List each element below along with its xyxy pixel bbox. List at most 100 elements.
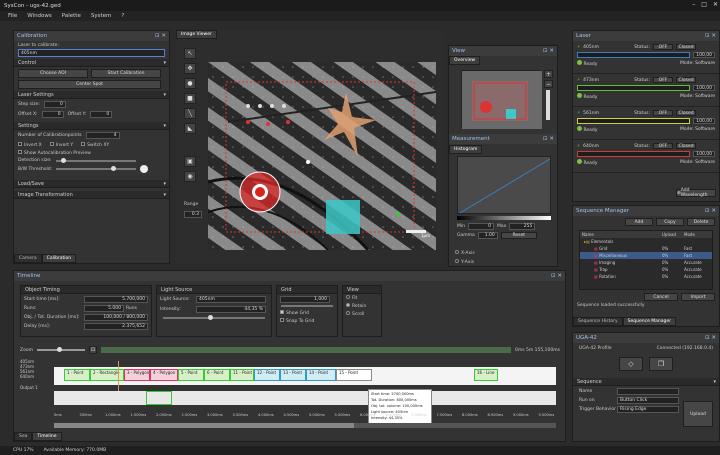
zoom-slider[interactable] bbox=[546, 90, 550, 120]
timeline-segment[interactable]: 15 - Point bbox=[336, 369, 372, 381]
range-input[interactable]: 0.3 bbox=[184, 211, 202, 218]
close-icon[interactable]: ✕ bbox=[713, 1, 718, 8]
sequence-row[interactable]: ▦ Miscellaneous 0% Fast bbox=[580, 252, 712, 259]
show-grid-checkbox[interactable]: Show Grid bbox=[277, 309, 337, 317]
horizontal-scrollbar[interactable] bbox=[54, 423, 556, 428]
intensity-input[interactable]: 44,35 % bbox=[196, 306, 266, 313]
view-scroll-radio[interactable]: Scroll bbox=[343, 310, 381, 318]
calibration-points-input[interactable]: 4 bbox=[85, 132, 120, 139]
choose-aoi-button[interactable]: Choose AOI bbox=[18, 69, 88, 78]
obj-duration-input[interactable]: 100,000 / 800,000 bbox=[84, 314, 148, 321]
timeline-segment[interactable]: 13 - Point bbox=[280, 369, 306, 381]
start-time-input[interactable]: 5.700,000 bbox=[84, 296, 148, 303]
laser-off-button[interactable]: OFF bbox=[653, 77, 674, 83]
sequence-row[interactable]: ▦ Rotation 0% Accurate bbox=[580, 273, 712, 280]
import-button[interactable]: Import bbox=[681, 293, 715, 301]
menu-file[interactable]: File bbox=[8, 13, 17, 19]
zoom-fit-icon[interactable]: ⊡ bbox=[88, 346, 97, 354]
max-input[interactable]: 255 bbox=[509, 223, 536, 230]
sequence-row[interactable]: ▸▤ Elementals bbox=[580, 238, 712, 245]
center-spot-button[interactable]: Center Spot bbox=[18, 80, 161, 89]
laser-power-input[interactable]: 100,00 bbox=[693, 151, 715, 157]
uga-name-input[interactable] bbox=[617, 388, 679, 395]
laser-off-button[interactable]: OFF bbox=[653, 143, 674, 149]
laser-off-button[interactable]: OFF bbox=[653, 110, 674, 116]
timeline-segment[interactable]: 11 - Point bbox=[230, 369, 254, 381]
maximize-icon[interactable]: □ bbox=[701, 1, 707, 8]
rectangle-tool-icon[interactable]: ■ bbox=[184, 93, 196, 104]
laser-closed-button[interactable]: Closed bbox=[676, 143, 697, 149]
snap-to-grid-checkbox[interactable]: Snap To Grid bbox=[277, 317, 337, 325]
runs-input[interactable]: 5.000 bbox=[84, 305, 124, 312]
pin-icon[interactable]: ⊡ ✕ bbox=[543, 136, 554, 142]
zoom-out-icon[interactable]: − bbox=[544, 80, 553, 88]
pin-icon[interactable]: ⊡ ✕ bbox=[705, 335, 716, 341]
pin-icon[interactable]: ⊡ ✕ bbox=[551, 273, 562, 279]
slider-handle[interactable] bbox=[111, 166, 117, 171]
uga-trigger-select[interactable]: Rising Edge bbox=[617, 406, 679, 413]
zoom-in-icon[interactable]: + bbox=[544, 70, 553, 78]
tab-sequence-history[interactable]: Sequence History bbox=[573, 317, 623, 326]
laser-power-input[interactable]: 100,00 bbox=[693, 52, 715, 58]
microscope-image[interactable]: 1µm bbox=[208, 62, 436, 250]
tab-camera[interactable]: Camera bbox=[14, 254, 42, 263]
menu-windows[interactable]: Windows bbox=[27, 13, 52, 19]
polygon-tool-icon[interactable]: ◣ bbox=[184, 123, 196, 134]
menu-system[interactable]: System bbox=[91, 13, 112, 19]
tab-timeline[interactable]: Timeline bbox=[32, 432, 62, 441]
add-sequence-button[interactable]: Add bbox=[625, 218, 653, 226]
uga-run-button[interactable]: ◇ bbox=[619, 357, 643, 371]
laser-closed-button[interactable]: Closed bbox=[676, 44, 697, 50]
grid-input[interactable]: 1,000 bbox=[280, 296, 330, 303]
pin-icon[interactable]: ⊡ ✕ bbox=[705, 208, 716, 214]
slider-handle[interactable] bbox=[60, 157, 66, 163]
laser-settings-section[interactable]: Laser Settings ▾ bbox=[14, 91, 169, 99]
uga-run-on-select[interactable]: Button Click bbox=[617, 397, 679, 404]
sequence-row[interactable]: ▦ Grid 0% Fast bbox=[580, 245, 712, 252]
sequence-row[interactable]: ▦ Trap 0% Accurate bbox=[580, 266, 712, 273]
uga-sequence-section[interactable]: Sequence ▾ bbox=[573, 378, 719, 386]
laser-select[interactable]: 405nm bbox=[18, 49, 165, 57]
pin-icon[interactable]: ⊡ ✕ bbox=[543, 48, 554, 54]
laser-power-input[interactable]: 100,00 bbox=[693, 118, 715, 124]
x-axis-radio[interactable]: X-Axis bbox=[455, 250, 475, 256]
invert-y-checkbox[interactable]: Invert Y bbox=[49, 142, 73, 148]
upload-button[interactable]: Upload bbox=[683, 401, 713, 427]
minimize-icon[interactable]: – bbox=[692, 1, 695, 8]
tab-sequence-manager[interactable]: Sequence Manager bbox=[622, 317, 676, 326]
menu-help[interactable]: ? bbox=[121, 13, 124, 19]
uga-copy-button[interactable]: ❐ bbox=[649, 357, 673, 371]
laser-toggle-icon[interactable]: ⚡ bbox=[577, 111, 580, 116]
switch-xy-checkbox[interactable]: Switch XY bbox=[81, 142, 109, 148]
record-tool-icon[interactable]: ◉ bbox=[184, 171, 196, 182]
line-tool-icon[interactable]: ╲ bbox=[184, 108, 196, 119]
detection-size-slider[interactable] bbox=[55, 157, 136, 163]
delete-sequence-button[interactable]: Delete bbox=[687, 218, 715, 226]
intensity-slider[interactable] bbox=[163, 315, 265, 320]
offset-y-input[interactable]: 0 bbox=[90, 111, 113, 118]
timeline-segment[interactable]: 4 - Polygon bbox=[150, 369, 178, 381]
y-axis-radio[interactable]: Y-Axis bbox=[455, 259, 474, 265]
min-input[interactable]: 0 bbox=[468, 223, 494, 230]
laser-power-slider[interactable] bbox=[577, 151, 690, 157]
gamma-input[interactable]: 1.00 bbox=[477, 232, 498, 239]
view-retain-radio[interactable]: Retain bbox=[343, 302, 381, 310]
timeline-segment[interactable]: 16 - Line bbox=[474, 369, 498, 381]
timeline-segment[interactable]: 5 - Point bbox=[178, 369, 204, 381]
start-calibration-button[interactable]: Start Calibration bbox=[91, 69, 161, 78]
settings-section[interactable]: Settings ▾ bbox=[14, 122, 169, 130]
fill-tool-icon[interactable]: ▣ bbox=[184, 156, 196, 167]
pointer-tool-icon[interactable]: ↖ bbox=[184, 48, 196, 59]
overview-thumbnail[interactable] bbox=[461, 70, 542, 129]
menu-palette[interactable]: Palette bbox=[62, 13, 81, 19]
pin-icon[interactable]: ⊡ ✕ bbox=[705, 33, 716, 39]
pin-icon[interactable]: ⊡ ✕ bbox=[155, 33, 166, 39]
tab-histogram[interactable]: Histogram bbox=[449, 145, 483, 154]
invert-x-checkbox[interactable]: Invert X bbox=[18, 142, 42, 148]
reset-button[interactable]: Reset bbox=[500, 232, 537, 239]
timeline-segment[interactable]: 1 - Point bbox=[64, 369, 90, 381]
laser-toggle-icon[interactable]: ⚡ bbox=[577, 45, 580, 50]
show-preview-checkbox[interactable]: Show Autocalibration Preview bbox=[14, 149, 169, 157]
control-section[interactable]: Control ▾ bbox=[14, 59, 169, 67]
timeline-segment[interactable]: 6 - Point bbox=[204, 369, 230, 381]
